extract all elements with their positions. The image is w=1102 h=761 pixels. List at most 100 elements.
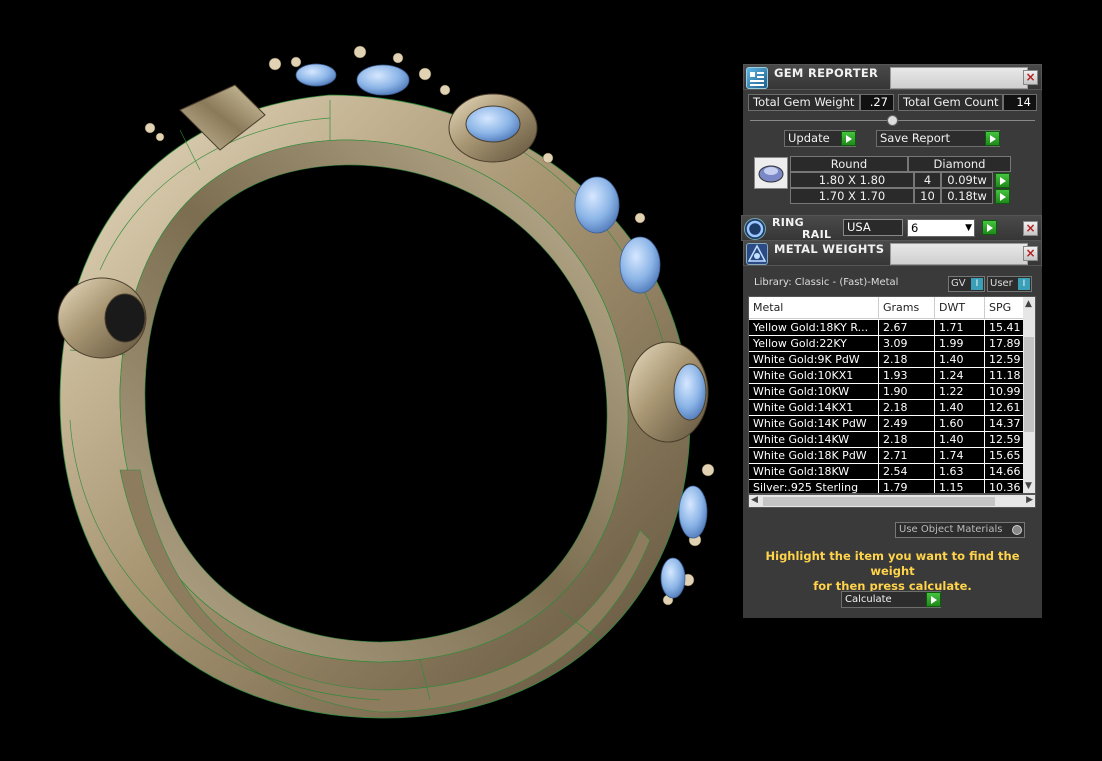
- ring-size-value: 6: [911, 221, 919, 235]
- ring-rail-go-icon[interactable]: [982, 220, 997, 235]
- user-toggle-icon[interactable]: I: [1018, 278, 1030, 290]
- use-object-materials-label: Use Object Materials: [899, 524, 1003, 535]
- table-row[interactable]: White Gold:10KW 1.90 1.22 10.99: [749, 384, 1025, 400]
- gem-row-1-go-icon[interactable]: [995, 173, 1010, 188]
- table-cell-grams: 2.18: [879, 432, 935, 448]
- table-cell-dwt: 1.60: [935, 416, 985, 432]
- table-cell-grams: 1.93: [879, 368, 935, 384]
- ring-rail-titlebar[interactable]: RING RAIL USA 6 ▼ ×: [741, 215, 1042, 241]
- ring-rail-panel: RING RAIL USA 6 ▼ ×: [741, 215, 1042, 241]
- total-gem-count-value: 14: [1003, 94, 1037, 111]
- ring-rail-close-icon[interactable]: ×: [1023, 221, 1038, 236]
- table-row[interactable]: White Gold:10KX1 1.93 1.24 11.18: [749, 368, 1025, 384]
- gem-table-row-count[interactable]: 10: [914, 188, 941, 204]
- metal-weights-panel: METAL WEIGHTS × Library: Classic - (Fast…: [743, 240, 1042, 618]
- gem-table-row-weight[interactable]: 0.09tw: [941, 172, 993, 188]
- table-cell-dwt: 1.15: [935, 480, 985, 493]
- metal-weights-icon: [746, 243, 768, 265]
- ring-icon: [744, 218, 766, 240]
- table-cell-spg: 15.65: [985, 448, 1025, 464]
- scroll-right-icon[interactable]: ▶: [1026, 495, 1033, 505]
- use-object-materials-toggle[interactable]: Use Object Materials: [895, 522, 1025, 538]
- table-cell-dwt: 1.40: [935, 432, 985, 448]
- gem-reporter-panel: GEM REPORTER × Total Gem Weight .27 Tota…: [743, 64, 1042, 216]
- gv-label: GV: [951, 278, 966, 289]
- save-report-go-icon[interactable]: [985, 131, 1000, 146]
- chevron-down-icon[interactable]: ▼: [965, 220, 972, 236]
- calculate-go-icon[interactable]: [926, 592, 941, 607]
- table-cell-dwt: 1.24: [935, 368, 985, 384]
- save-report-button[interactable]: Save Report: [876, 130, 1000, 147]
- ring-size-select[interactable]: 6 ▼: [907, 219, 975, 237]
- gem-table-row-size[interactable]: 1.70 X 1.70: [790, 188, 914, 204]
- column-header-spg[interactable]: SPG: [985, 297, 1025, 319]
- gem-reporter-titlebar[interactable]: GEM REPORTER ×: [743, 64, 1042, 90]
- table-row[interactable]: White Gold:14K PdW 2.49 1.60 14.37: [749, 416, 1025, 432]
- column-header-grams[interactable]: Grams: [879, 297, 935, 319]
- horizontal-scroll-thumb[interactable]: [763, 497, 995, 506]
- table-cell-grams: 1.90: [879, 384, 935, 400]
- vertical-scrollbar[interactable]: ▲ ▼: [1023, 297, 1035, 493]
- table-cell-grams: 3.09: [879, 336, 935, 352]
- scroll-left-icon[interactable]: ◀: [751, 495, 758, 505]
- gv-toggle-icon[interactable]: I: [971, 278, 983, 290]
- ring-rail-title-1: RING: [772, 216, 804, 229]
- horizontal-scrollbar[interactable]: ◀ ▶: [748, 494, 1036, 508]
- table-cell-spg: 10.99: [985, 384, 1025, 400]
- splitter-knob-icon[interactable]: [887, 115, 898, 126]
- table-cell-grams: 2.71: [879, 448, 935, 464]
- library-label: Library: Classic - (Fast)-Metal: [754, 277, 899, 288]
- total-gem-weight-value: .27: [860, 94, 894, 111]
- table-row[interactable]: White Gold:9K PdW 2.18 1.40 12.59: [749, 352, 1025, 368]
- ring-size-region-field[interactable]: USA: [843, 219, 903, 236]
- metal-weights-table[interactable]: Metal Grams DWT SPG Yellow Gold:18KY R..…: [748, 296, 1036, 494]
- table-cell-spg: 17.89: [985, 336, 1025, 352]
- metal-weights-title-field: [890, 243, 1028, 265]
- table-cell-spg: 14.37: [985, 416, 1025, 432]
- gem-table-row-count[interactable]: 4: [914, 172, 941, 188]
- table-cell-grams: 2.49: [879, 416, 935, 432]
- radio-icon[interactable]: [1012, 525, 1022, 535]
- table-cell-metal: White Gold:9K PdW: [749, 352, 879, 368]
- user-toggle[interactable]: User I: [987, 276, 1032, 292]
- table-cell-metal: White Gold:14KX1: [749, 400, 879, 416]
- table-cell-metal: Yellow Gold:22KY: [749, 336, 879, 352]
- table-cell-metal: White Gold:18K PdW: [749, 448, 879, 464]
- table-cell-grams: 1.79: [879, 480, 935, 493]
- calculate-hint-line-1: Highlight the item you want to find the …: [765, 549, 1020, 578]
- gem-table-row-size[interactable]: 1.80 X 1.80: [790, 172, 914, 188]
- update-go-icon[interactable]: [841, 131, 856, 146]
- save-report-button-label: Save Report: [880, 131, 951, 145]
- table-cell-spg: 11.18: [985, 368, 1025, 384]
- scroll-down-icon[interactable]: ▼: [1025, 481, 1032, 491]
- table-cell-metal: White Gold:14KW: [749, 432, 879, 448]
- table-cell-dwt: 1.22: [935, 384, 985, 400]
- scroll-up-icon[interactable]: ▲: [1025, 299, 1032, 309]
- table-cell-dwt: 1.99: [935, 336, 985, 352]
- metal-weights-titlebar[interactable]: METAL WEIGHTS ×: [743, 240, 1042, 266]
- table-row[interactable]: White Gold:18K PdW 2.71 1.74 15.65: [749, 448, 1025, 464]
- table-row[interactable]: Yellow Gold:22KY 3.09 1.99 17.89: [749, 336, 1025, 352]
- gv-toggle[interactable]: GV I: [948, 276, 985, 292]
- 3d-viewport[interactable]: [0, 0, 740, 761]
- table-row[interactable]: White Gold:14KX1 2.18 1.40 12.61: [749, 400, 1025, 416]
- table-cell-metal: White Gold:10KX1: [749, 368, 879, 384]
- table-row[interactable]: White Gold:14KW 2.18 1.40 12.59: [749, 432, 1025, 448]
- gem-table-header-shape: Round: [790, 156, 908, 172]
- gem-row-2-go-icon[interactable]: [995, 189, 1010, 204]
- table-row[interactable]: Silver:.925 Sterling 1.79 1.15 10.36: [749, 480, 1025, 493]
- table-cell-spg: 12.59: [985, 352, 1025, 368]
- table-row[interactable]: White Gold:18KW 2.54 1.63 14.66: [749, 464, 1025, 480]
- metal-weights-close-icon[interactable]: ×: [1023, 246, 1038, 261]
- update-button[interactable]: Update: [784, 130, 856, 147]
- calculate-button[interactable]: Calculate: [841, 591, 941, 608]
- gem-reporter-close-icon[interactable]: ×: [1023, 70, 1038, 85]
- gem-table-row-weight[interactable]: 0.18tw: [941, 188, 993, 204]
- table-header-row: Metal Grams DWT SPG: [749, 297, 1025, 319]
- column-header-dwt[interactable]: DWT: [935, 297, 985, 319]
- vertical-scroll-thumb[interactable]: [1024, 337, 1034, 432]
- total-gem-weight-label: Total Gem Weight: [748, 94, 860, 111]
- table-row[interactable]: Yellow Gold:18KY R... 2.67 1.71 15.41: [749, 320, 1025, 336]
- table-cell-grams: 2.18: [879, 400, 935, 416]
- column-header-metal[interactable]: Metal: [749, 297, 879, 319]
